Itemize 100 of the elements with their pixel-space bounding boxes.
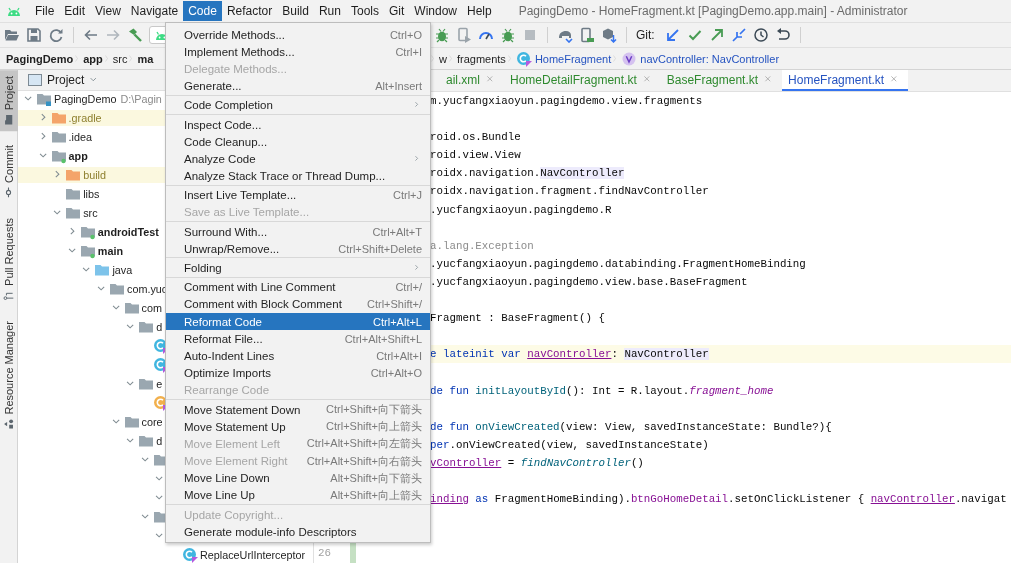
shortcut-text: Alt+Shift+向上箭头	[330, 487, 422, 503]
menu-item[interactable]: Code Cleanup...	[166, 133, 430, 151]
menu-item[interactable]: Comment with Line Comment Ctrl+/	[166, 278, 430, 296]
menu-item[interactable]: Analyze Code	[166, 150, 430, 168]
tree-item[interactable]: androidTest	[79, 224, 159, 240]
code-line: Fragment : BaseFragment() {	[430, 311, 605, 327]
tree-item[interactable]: main	[79, 242, 123, 259]
tool-window-tab[interactable]: Resource Manager	[0, 315, 18, 436]
menu-bar-item[interactable]: Run	[313, 1, 346, 21]
breadcrumb[interactable]: PagingDemo	[6, 52, 74, 65]
menu-bar-item[interactable]: Edit	[59, 1, 91, 21]
code-line: .yucfangxiaoyun.pagingdemo.databinding.FragmentHomeBinding	[430, 256, 806, 272]
breadcrumb[interactable]: HomeFragment	[515, 50, 612, 67]
menu-item[interactable]: Move Statement Up Ctrl+Shift+向上箭头	[166, 418, 430, 436]
code-line: roid.os.Bundle	[430, 130, 521, 146]
menu-item[interactable]: Comment with Block Comment Ctrl+Shift+/	[166, 295, 430, 313]
tree-item[interactable]: ReplaceUrlInterceptor	[182, 546, 306, 563]
breadcrumb[interactable]: src	[112, 52, 128, 65]
tree-item[interactable]: com	[123, 299, 162, 316]
menu-bar-item[interactable]: Window	[409, 1, 462, 21]
code-line: de fun onViewCreated(view: View, savedInstanceState: Bundle?){	[430, 419, 832, 435]
code-line: vController = findNavController()	[430, 455, 644, 471]
window-title: PagingDemo - HomeFragment.kt [PagingDemo.app.main] - Administrator	[518, 4, 908, 18]
line-number: 26	[318, 547, 331, 560]
menu-item[interactable]: Analyze Stack Trace or Thread Dump...	[166, 167, 430, 185]
tree-item[interactable]: src	[65, 205, 98, 221]
tool-window-tab[interactable]: Pull Requests	[0, 212, 18, 307]
menu-bar-item[interactable]: Build	[277, 1, 314, 21]
tool-window-tab[interactable]: Project	[0, 70, 18, 132]
code-line: de fun initLayoutById(): Int = R.layout.fragment_home	[430, 383, 774, 399]
editor-tab[interactable]: HomeDetailFragment.kt	[504, 70, 661, 91]
menu-item[interactable]: Optimize Imports Ctrl+Alt+O	[166, 364, 430, 382]
breadcrumb[interactable]: w	[439, 52, 447, 65]
breadcrumb[interactable]: app	[83, 52, 103, 65]
menu-bar-item[interactable]: Help	[462, 1, 497, 21]
menu-item[interactable]: Inspect Code...	[166, 115, 430, 134]
menu-bar-item[interactable]: Code	[183, 1, 222, 21]
shortcut-text: Ctrl+Alt+Shift+L	[344, 332, 422, 345]
breadcrumb[interactable]: fragments	[456, 52, 506, 65]
menu-bar-item[interactable]: View	[90, 1, 126, 21]
menu-item[interactable]: Move Line Down Alt+Shift+向下箭头	[166, 469, 430, 487]
menu-item[interactable]: Reformat File... Ctrl+Alt+Shift+L	[166, 330, 430, 348]
shortcut-text: Ctrl+Alt+L	[373, 315, 422, 328]
tree-item[interactable]: app	[50, 148, 88, 165]
shortcut-text: Ctrl+Alt+O	[370, 367, 422, 380]
tree-item[interactable]: .gradle	[50, 110, 102, 127]
tool-window-tab[interactable]: Commit	[0, 139, 18, 205]
menu-bar-item[interactable]: File	[30, 1, 60, 21]
code-line: a.lang.Exception	[430, 238, 534, 254]
tree-item[interactable]: .idea	[50, 129, 92, 146]
tree-item[interactable]: d	[138, 432, 163, 449]
git-label: Git:	[636, 28, 655, 42]
tree-item[interactable]: core	[123, 413, 163, 430]
code-line: roid.view.View	[430, 148, 521, 164]
menu-item[interactable]: Unwrap/Remove... Ctrl+Shift+Delete	[166, 240, 430, 258]
menu-bar-item[interactable]: Refactor	[221, 1, 278, 21]
shortcut-text: Ctrl+Alt+I	[376, 349, 422, 362]
tree-item[interactable]: PagingDemo D:\Pagin	[36, 91, 162, 108]
code-line: per.onViewCreated(view, savedInstanceState)	[430, 437, 709, 453]
breadcrumb[interactable]: navController: NavController	[621, 50, 780, 67]
tree-item[interactable]: libs	[65, 186, 100, 202]
menu-item[interactable]: Generate module-info Descriptors	[166, 523, 430, 541]
shortcut-text: Ctrl+/	[395, 281, 422, 294]
editor-tab[interactable]: ail.xml	[440, 70, 504, 91]
menu-item[interactable]: Auto-Indent Lines Ctrl+Alt+I	[166, 347, 430, 365]
menu-item[interactable]: Reformat Code Ctrl+Alt+L	[166, 313, 430, 331]
shortcut-text: Ctrl+Shift+Delete	[338, 242, 422, 255]
menu-item[interactable]: Override Methods... Ctrl+O	[166, 26, 430, 44]
code-line: .yucfangxiaoyun.pagingdemo.view.base.BaseFragment	[430, 274, 748, 290]
menu-item[interactable]: Insert Live Template... Ctrl+J	[166, 186, 430, 204]
editor-tab[interactable]: BaseFragment.kt	[660, 70, 783, 91]
tree-item[interactable]: com.yuc	[109, 280, 168, 297]
tree-item[interactable]: build	[65, 167, 106, 184]
menu-item[interactable]: Generate... Alt+Insert	[166, 77, 430, 95]
menu-item[interactable]: Folding	[166, 259, 430, 277]
menu-bar-item[interactable]: Tools	[345, 1, 384, 21]
menu-item[interactable]: Move Statement Down Ctrl+Shift+向下箭头	[166, 400, 430, 419]
tree-item[interactable]: e	[138, 375, 163, 392]
menu-bar-item[interactable]: Git	[383, 1, 410, 21]
panel-title[interactable]: Project	[28, 73, 85, 87]
shortcut-text: Ctrl+I	[395, 45, 422, 58]
menu-bar-item[interactable]: Navigate	[125, 1, 184, 21]
path-text: D:\Pagin	[120, 93, 162, 106]
tree-item[interactable]: java	[94, 261, 133, 278]
code-line: roidx.navigation.fragment.findNavController	[430, 184, 709, 200]
shortcut-text: Ctrl+Shift+/	[366, 298, 422, 311]
tree-item[interactable]: d	[138, 318, 163, 335]
code-line: .yucfangxiaoyun.pagingdemo.R	[430, 202, 612, 218]
menu-item[interactable]: Surround With... Ctrl+Alt+T	[166, 223, 430, 241]
menu-item[interactable]: Implement Methods... Ctrl+I	[166, 43, 430, 61]
menu-item[interactable]: Move Line Up Alt+Shift+向上箭头	[166, 486, 430, 505]
shortcut-text: Ctrl+Alt+Shift+向右箭头	[306, 453, 422, 469]
shortcut-text: Ctrl+Alt+Shift+向左箭头	[306, 436, 422, 452]
editor-tab[interactable]: HomeFragment.kt	[782, 70, 909, 91]
breadcrumb[interactable]: ma	[137, 52, 154, 65]
shortcut-text: Ctrl+Alt+T	[372, 225, 422, 238]
menu-item[interactable]: Code Completion	[166, 96, 430, 114]
code-line: inding as FragmentHomeBinding).btnGoHomeDetail.setOnClickListener { navController.navigat	[430, 492, 1007, 508]
shortcut-text: Alt+Insert	[375, 80, 422, 93]
shortcut-text: Ctrl+O	[389, 28, 422, 41]
